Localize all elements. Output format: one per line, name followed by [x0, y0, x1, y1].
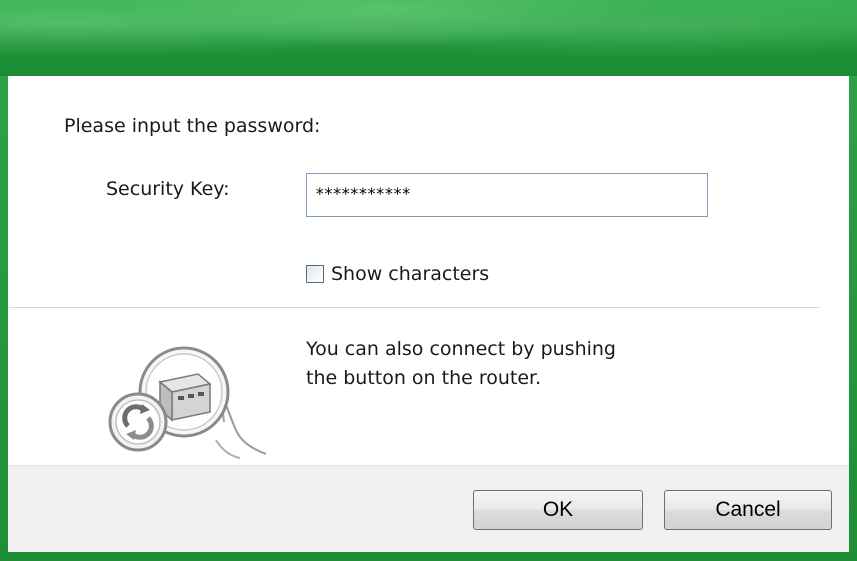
- password-prompt: Please input the password:: [64, 115, 321, 137]
- wps-hint-line-2: the button on the router.: [306, 367, 542, 389]
- dialog-body: Please input the password: Security Key:…: [8, 76, 849, 552]
- show-characters-checkbox[interactable]: [306, 265, 324, 283]
- button-bar: OK Cancel: [8, 465, 849, 552]
- cancel-button[interactable]: Cancel: [664, 490, 832, 530]
- wps-hint-text: You can also connect by pushing the butt…: [306, 335, 726, 393]
- divider: [9, 307, 820, 308]
- title-bar[interactable]: [0, 0, 857, 76]
- security-key-label: Security Key:: [106, 178, 230, 200]
- dialog-window: Please input the password: Security Key:…: [0, 0, 857, 561]
- router-push-button-icon: [108, 346, 267, 459]
- show-characters-option[interactable]: Show characters: [306, 262, 489, 286]
- show-characters-label[interactable]: Show characters: [331, 263, 489, 285]
- security-key-input[interactable]: ***********: [306, 173, 708, 217]
- wps-hint-line-1: You can also connect by pushing: [306, 338, 616, 360]
- ok-button[interactable]: OK: [473, 490, 643, 530]
